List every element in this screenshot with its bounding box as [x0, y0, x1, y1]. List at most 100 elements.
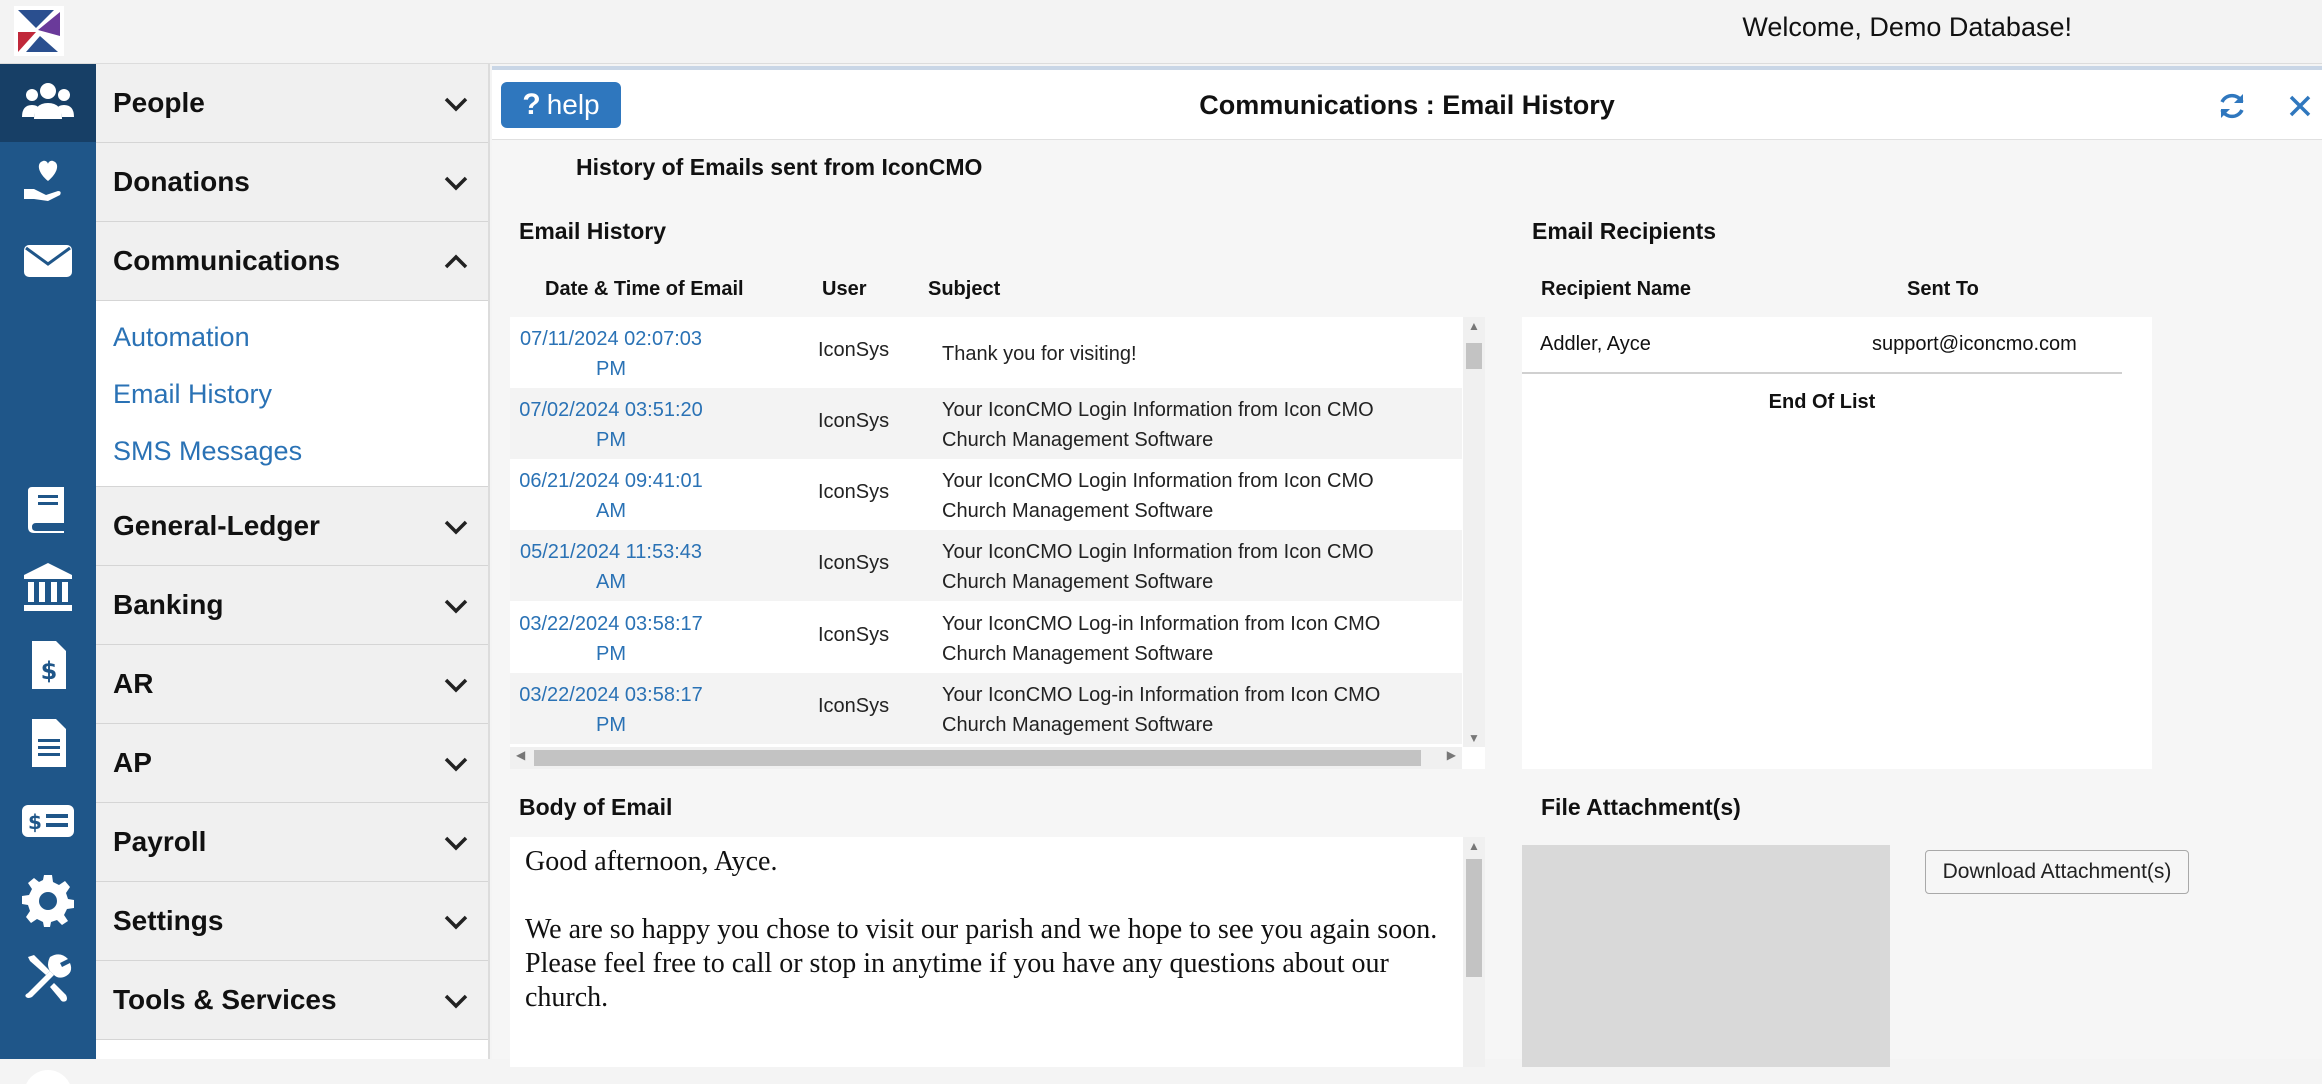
email-datetime-link[interactable]: 07/11/2024 02:07:03 PM: [510, 324, 712, 384]
rail-general-ledger[interactable]: [0, 470, 96, 548]
rail-ar[interactable]: $: [0, 626, 96, 704]
svg-text:$: $: [28, 810, 42, 834]
rail-communications[interactable]: [0, 222, 96, 300]
body-line: We are so happy you chose to visit our p…: [525, 914, 1438, 945]
body-line: Good afternoon, Ayce.: [525, 846, 778, 877]
rail-more[interactable]: [0, 1044, 96, 1084]
submenu-automation[interactable]: Automation: [96, 309, 488, 366]
rail-payroll[interactable]: $: [0, 782, 96, 860]
email-body-text: Good afternoon, Ayce. We are so happy yo…: [525, 845, 1445, 1015]
scroll-up-icon[interactable]: ▲: [1463, 319, 1485, 333]
email-user: IconSys: [818, 552, 890, 574]
recipient-name: Addler, Ayce: [1540, 333, 1651, 355]
iconcmo-logo[interactable]: [14, 6, 64, 56]
chevron-up-icon: [444, 254, 468, 269]
table-row[interactable]: 06/21/2024 09:41:01 AM IconSys Your IconC…: [510, 459, 1462, 530]
table-row[interactable]: 03/22/2024 03:58:17 PM IconSys Your IconC…: [510, 673, 1462, 744]
chevron-down-icon: [444, 97, 468, 112]
menu-ap[interactable]: AP: [96, 724, 488, 803]
scroll-thumb[interactable]: [1466, 859, 1482, 977]
rail-ap[interactable]: [0, 704, 96, 782]
email-subject: Your IconCMO Login Information from Icon…: [942, 399, 1374, 451]
body-vertical-scrollbar[interactable]: ▲: [1463, 837, 1485, 1067]
scroll-up-icon[interactable]: ▲: [1463, 839, 1485, 853]
menu-tools-services[interactable]: Tools & Services: [96, 961, 488, 1040]
email-datetime-link[interactable]: 06/21/2024 09:41:01 AM: [510, 466, 712, 526]
invoice-icon: $: [32, 641, 66, 689]
icon-rail: $ $: [0, 64, 96, 1084]
document-icon: [32, 719, 66, 767]
body-line: Please feel free to call or stop in anyt…: [525, 948, 1389, 1013]
refresh-icon[interactable]: [2216, 90, 2248, 122]
table-row[interactable]: 03/22/2024 03:58:17 PM IconSys Your IconC…: [510, 602, 1462, 673]
email-subject: Your IconCMO Log-in Information from Ico…: [942, 613, 1381, 665]
scroll-down-icon[interactable]: ▼: [1463, 731, 1485, 745]
menu-donations[interactable]: Donations: [96, 143, 488, 222]
col-sent-to[interactable]: Sent To: [1907, 278, 1979, 301]
table-row[interactable]: 07/11/2024 02:07:03 PM IconSys Thank you …: [510, 317, 1462, 388]
menu-tools-services-label: Tools & Services: [113, 984, 337, 1015]
donations-icon: [24, 160, 61, 201]
history-horizontal-scrollbar[interactable]: ◀ ▶: [510, 747, 1462, 769]
menu-ar-label: AR: [113, 668, 154, 699]
email-datetime-link[interactable]: 05/21/2024 11:53:43 AM: [510, 537, 712, 597]
history-vertical-scrollbar[interactable]: ▲ ▼: [1463, 317, 1485, 747]
rail-banking[interactable]: [0, 548, 96, 626]
scroll-right-icon[interactable]: ▶: [1447, 748, 1456, 762]
attachments-list[interactable]: [1522, 845, 1890, 1067]
chevron-down-icon: [444, 915, 468, 930]
menu-banking-label: Banking: [113, 589, 224, 620]
tools-icon: [25, 954, 72, 1002]
chevron-down-icon: [444, 836, 468, 851]
payroll-icon: $: [22, 805, 74, 837]
end-of-list-label: End Of List: [1768, 391, 1876, 413]
email-history-title: Email History: [519, 218, 666, 244]
email-subject: Your IconCMO Log-in Information from Ico…: [942, 684, 1381, 736]
table-row[interactable]: 07/02/2024 03:51:20 PM IconSys Your IconC…: [510, 388, 1462, 459]
table-row[interactable]: Addler, Ayce support@iconcmo.com: [1522, 317, 2122, 374]
email-user: IconSys: [818, 481, 890, 503]
col-datetime[interactable]: Date & Time of Email: [545, 278, 744, 301]
email-body-viewer[interactable]: Good afternoon, Ayce. We are so happy yo…: [510, 837, 1485, 1067]
menu-general-ledger[interactable]: General-Ledger: [96, 487, 488, 566]
menu-ar[interactable]: AR: [96, 645, 488, 724]
close-icon[interactable]: [2286, 92, 2314, 120]
recipient-email: support@iconcmo.com: [1872, 333, 2077, 355]
page-subtitle: History of Emails sent from IconCMO: [576, 154, 983, 180]
scroll-thumb[interactable]: [534, 750, 1421, 766]
email-datetime-link[interactable]: 03/22/2024 03:58:17 PM: [510, 680, 712, 740]
submenu-sms-messages[interactable]: SMS Messages: [96, 423, 488, 480]
menu-banking[interactable]: Banking: [96, 566, 488, 645]
rail-tools[interactable]: [0, 938, 96, 1016]
menu-settings[interactable]: Settings: [96, 882, 488, 961]
scroll-left-icon[interactable]: ◀: [516, 748, 525, 762]
menu-payroll[interactable]: Payroll: [96, 803, 488, 882]
svg-text:$: $: [41, 657, 58, 685]
table-row[interactable]: 05/21/2024 11:53:43 AM IconSys Your IconC…: [510, 530, 1462, 601]
scroll-thumb[interactable]: [1466, 343, 1482, 369]
email-datetime-link[interactable]: 07/02/2024 03:51:20 PM: [510, 395, 712, 455]
content-header: ? help Communications : Email History: [492, 70, 2322, 140]
rail-donations[interactable]: [0, 144, 96, 222]
people-icon: [22, 83, 74, 119]
col-user[interactable]: User: [822, 278, 866, 301]
email-subject: Thank you for visiting!: [942, 343, 1137, 365]
ledger-icon: [28, 487, 64, 533]
chevron-down-icon: [444, 757, 468, 772]
body-of-email-title: Body of Email: [519, 794, 673, 820]
menu-ap-label: AP: [113, 747, 152, 778]
email-user: IconSys: [818, 624, 890, 646]
email-user: IconSys: [818, 339, 890, 361]
email-datetime-link[interactable]: 03/22/2024 03:58:17 PM: [510, 609, 712, 669]
menu-people[interactable]: People: [96, 64, 488, 143]
col-recipient-name[interactable]: Recipient Name: [1541, 278, 1691, 301]
submenu-email-history[interactable]: Email History: [96, 366, 488, 423]
rail-people[interactable]: [0, 64, 96, 142]
email-recipients-table: Addler, Ayce support@iconcmo.com End Of …: [1522, 317, 2152, 769]
download-attachments-button[interactable]: Download Attachment(s): [1925, 850, 2189, 894]
rail-settings[interactable]: [0, 860, 96, 938]
email-history-table: 07/11/2024 02:07:03 PM IconSys Thank you …: [510, 317, 1485, 769]
col-subject[interactable]: Subject: [928, 278, 1000, 301]
menu-communications[interactable]: Communications: [96, 222, 488, 301]
info-icon: [26, 1070, 70, 1084]
